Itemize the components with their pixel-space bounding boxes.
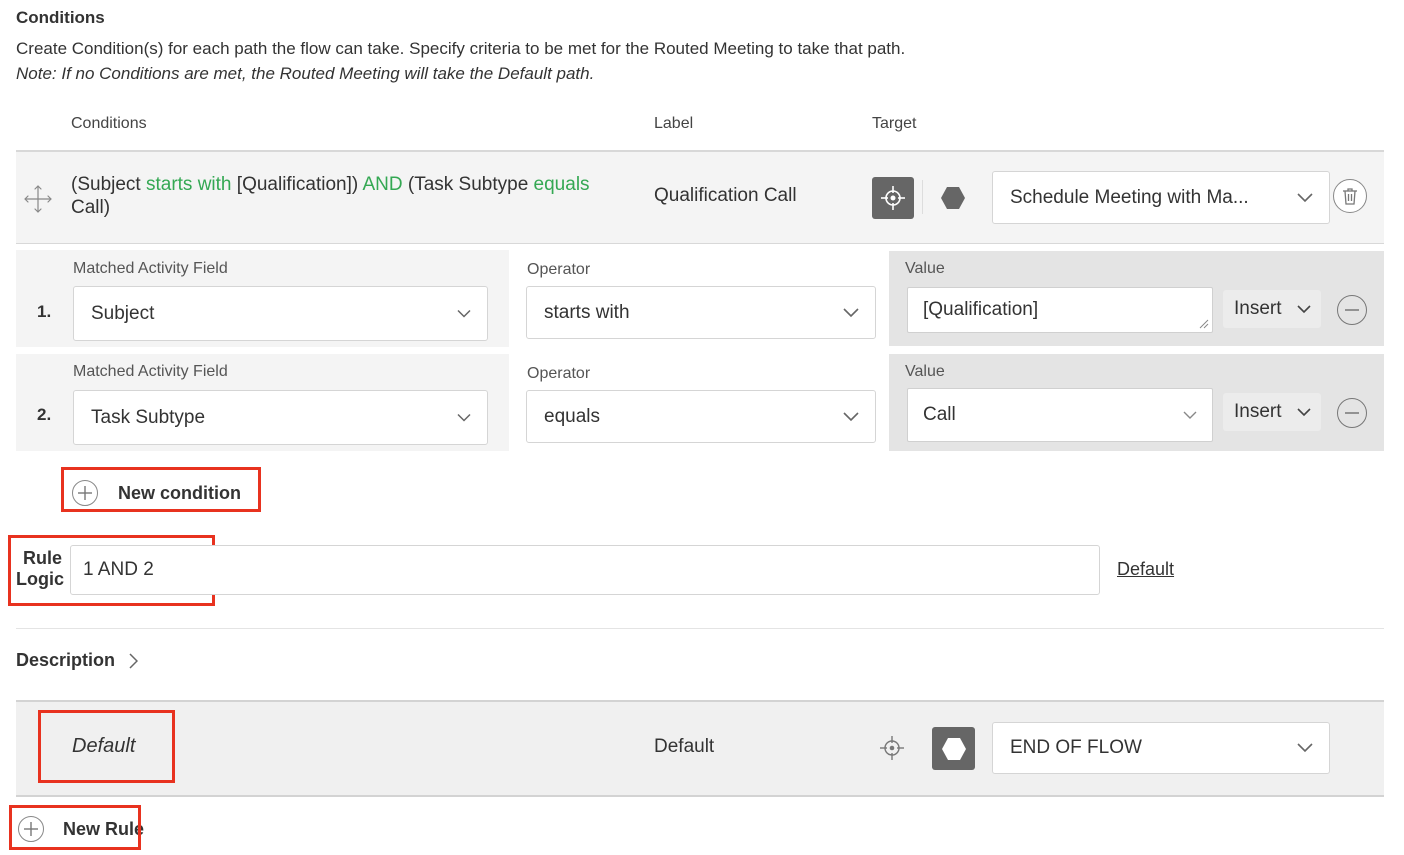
matched-activity-field-value: Subject <box>91 302 155 324</box>
remove-condition-button[interactable] <box>1337 398 1367 428</box>
value-label: Value <box>905 363 945 380</box>
section-intro: Create Condition(s) for each path the fl… <box>16 36 905 86</box>
condition-number: 2. <box>37 405 52 424</box>
description-toggle[interactable]: Description <box>16 650 139 671</box>
trash-icon <box>1343 188 1357 205</box>
rule-summary: (Subject starts with [Qualification]) AN… <box>71 174 590 218</box>
rule-target-select-value: Schedule Meeting with Ma... <box>1010 186 1249 208</box>
default-target-select-value: END OF FLOW <box>1010 737 1142 758</box>
matched-activity-field-label: Matched Activity Field <box>73 363 228 380</box>
delete-rule-button[interactable] <box>1333 179 1367 213</box>
rule-logic-value: 1 AND 2 <box>83 559 154 580</box>
highlight-new-rule <box>9 805 141 850</box>
crosshair-icon <box>881 186 905 210</box>
description-label: Description <box>16 650 116 670</box>
default-target-select[interactable]: END OF FLOW <box>992 722 1330 774</box>
value-select[interactable]: Call <box>907 388 1213 442</box>
target-crosshair-button[interactable] <box>872 177 914 219</box>
hexagon-step-button[interactable] <box>938 184 968 212</box>
section-title: Conditions <box>16 8 105 27</box>
matched-activity-field-select[interactable]: Subject <box>73 286 488 341</box>
resize-handle-icon[interactable] <box>1199 319 1209 329</box>
matched-activity-field-select[interactable]: Task Subtype <box>73 390 488 445</box>
intro-description: Create Condition(s) for each path the fl… <box>16 39 906 58</box>
chevron-down-icon <box>843 411 859 421</box>
rule-target-select[interactable]: Schedule Meeting with Ma... <box>992 171 1330 224</box>
hexagon-icon <box>941 187 965 209</box>
default-logic-link[interactable]: Default <box>1117 559 1174 580</box>
new-condition-button[interactable]: New condition <box>72 478 241 508</box>
chevron-down-icon <box>1297 192 1313 202</box>
operator-label: Operator <box>527 365 591 382</box>
operator-select[interactable]: starts with <box>526 286 876 339</box>
rule-logic-input[interactable]: 1 AND 2 <box>70 545 1100 595</box>
matched-activity-field-value: Task Subtype <box>91 406 206 428</box>
column-header-target: Target <box>872 115 917 132</box>
rule-logic-label: Rule Logic <box>16 548 64 589</box>
chevron-down-icon <box>1297 743 1313 753</box>
rule-label: Qualification Call <box>654 185 797 206</box>
remove-condition-button[interactable] <box>1337 295 1367 325</box>
chevron-down-icon <box>1297 408 1311 417</box>
chevron-down-icon <box>1297 305 1311 314</box>
operator-label: Operator <box>527 261 591 278</box>
insert-label: Insert <box>1234 298 1282 319</box>
chevron-right-icon <box>129 652 139 669</box>
default-rule-label: Default <box>654 736 715 757</box>
value-text: [Qualification] <box>923 299 1039 320</box>
default-hexagon-step-button[interactable] <box>932 727 975 770</box>
intro-note: Note: If no Conditions are met, the Rout… <box>16 64 595 83</box>
plus-circle-icon <box>72 480 98 506</box>
divider <box>16 628 1384 629</box>
operator-value: starts with <box>544 301 630 323</box>
chevron-down-icon <box>457 309 471 318</box>
matched-activity-field-label: Matched Activity Field <box>73 260 228 277</box>
column-header-label: Label <box>654 115 694 132</box>
insert-button[interactable]: Insert <box>1223 290 1321 328</box>
drag-handle-icon[interactable] <box>22 183 54 215</box>
hexagon-icon <box>941 737 966 760</box>
column-header-conditions: Conditions <box>71 115 147 132</box>
value-text: Call <box>923 404 956 425</box>
minus-icon <box>1345 309 1359 311</box>
minus-icon <box>1345 412 1359 414</box>
value-textarea[interactable]: [Qualification] <box>907 287 1213 333</box>
chevron-down-icon <box>457 413 471 422</box>
default-rule-name: Default <box>72 735 136 757</box>
condition-number: 1. <box>37 302 52 321</box>
chevron-down-icon <box>1183 411 1197 419</box>
default-target-crosshair-button[interactable] <box>878 734 906 762</box>
target-separator <box>922 180 923 214</box>
operator-select[interactable]: equals <box>526 390 876 443</box>
chevron-down-icon <box>843 307 859 317</box>
crosshair-icon <box>880 736 904 760</box>
value-label: Value <box>905 260 945 277</box>
insert-label: Insert <box>1234 401 1282 422</box>
operator-value: equals <box>544 405 600 427</box>
insert-button[interactable]: Insert <box>1223 393 1321 431</box>
new-condition-label: New condition <box>118 482 241 503</box>
